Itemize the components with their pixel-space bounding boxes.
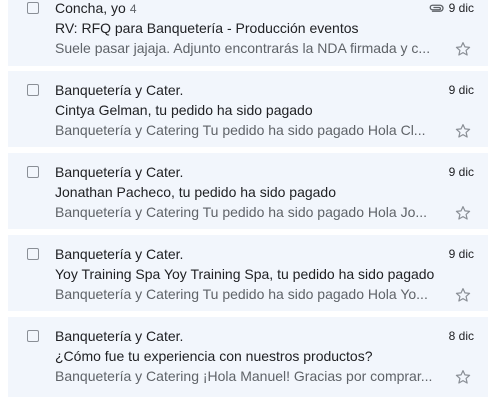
email-list: Concha, yo 4 9 dic RV: RFQ para Banqueter… (0, 0, 495, 400)
email-sender: Banquetería y Cater. (55, 82, 184, 98)
email-subject: ¿Cómo fue tu experiencia con nuestros pr… (55, 348, 373, 364)
select-checkbox[interactable] (27, 330, 39, 342)
star-icon[interactable] (454, 204, 472, 222)
email-row[interactable]: Banquetería y Cater. 8 dic ¿Cómo fue tu … (8, 317, 488, 397)
email-date: 9 dic (448, 247, 474, 261)
email-snippet: Banquetería y Catering ¡Hola Manuel! Gra… (55, 368, 433, 384)
select-checkbox[interactable] (27, 248, 39, 260)
email-subject: Yoy Training Spa Yoy Training Spa, tu pe… (55, 266, 435, 282)
email-date: 9 dic (448, 83, 474, 97)
email-sender: Banquetería y Cater. (55, 246, 184, 262)
paperclip-icon (429, 4, 444, 12)
star-icon[interactable] (454, 368, 472, 386)
sender-name: Concha, yo (55, 0, 126, 16)
select-checkbox[interactable] (27, 84, 39, 96)
email-snippet: Banquetería y Catering Tu pedido ha sido… (55, 286, 428, 302)
email-sender: Banquetería y Cater. (55, 328, 184, 344)
star-icon[interactable] (454, 40, 472, 58)
select-checkbox[interactable] (27, 166, 39, 178)
star-icon[interactable] (454, 286, 472, 304)
email-date: 8 dic (448, 329, 474, 343)
email-subject: RV: RFQ para Banquetería - Producción ev… (55, 20, 359, 36)
email-snippet: Suele pasar jajaja. Adjunto encontrarás … (55, 40, 431, 56)
star-icon[interactable] (454, 122, 472, 140)
email-sender: Banquetería y Cater. (55, 164, 184, 180)
email-row[interactable]: Banquetería y Cater. 9 dic Jonathan Pach… (8, 153, 488, 229)
email-subject: Cintya Gelman, tu pedido ha sido pagado (55, 102, 313, 118)
email-row[interactable]: Concha, yo 4 9 dic RV: RFQ para Banqueter… (8, 0, 488, 66)
email-snippet: Banquetería y Catering Tu pedido ha sido… (55, 204, 428, 220)
email-row[interactable]: Banquetería y Cater. 9 dic Yoy Training … (8, 235, 488, 311)
select-checkbox[interactable] (27, 2, 39, 14)
email-row[interactable]: Banquetería y Cater. 9 dic Cintya Gelman… (8, 71, 488, 147)
email-sender: Concha, yo 4 (55, 0, 415, 18)
email-subject: Jonathan Pacheco, tu pedido ha sido paga… (55, 184, 337, 200)
email-date: 9 dic (448, 1, 474, 15)
email-snippet: Banquetería y Catering Tu pedido ha sido… (55, 122, 426, 138)
email-date: 9 dic (448, 165, 474, 179)
thread-count: 4 (129, 2, 137, 16)
